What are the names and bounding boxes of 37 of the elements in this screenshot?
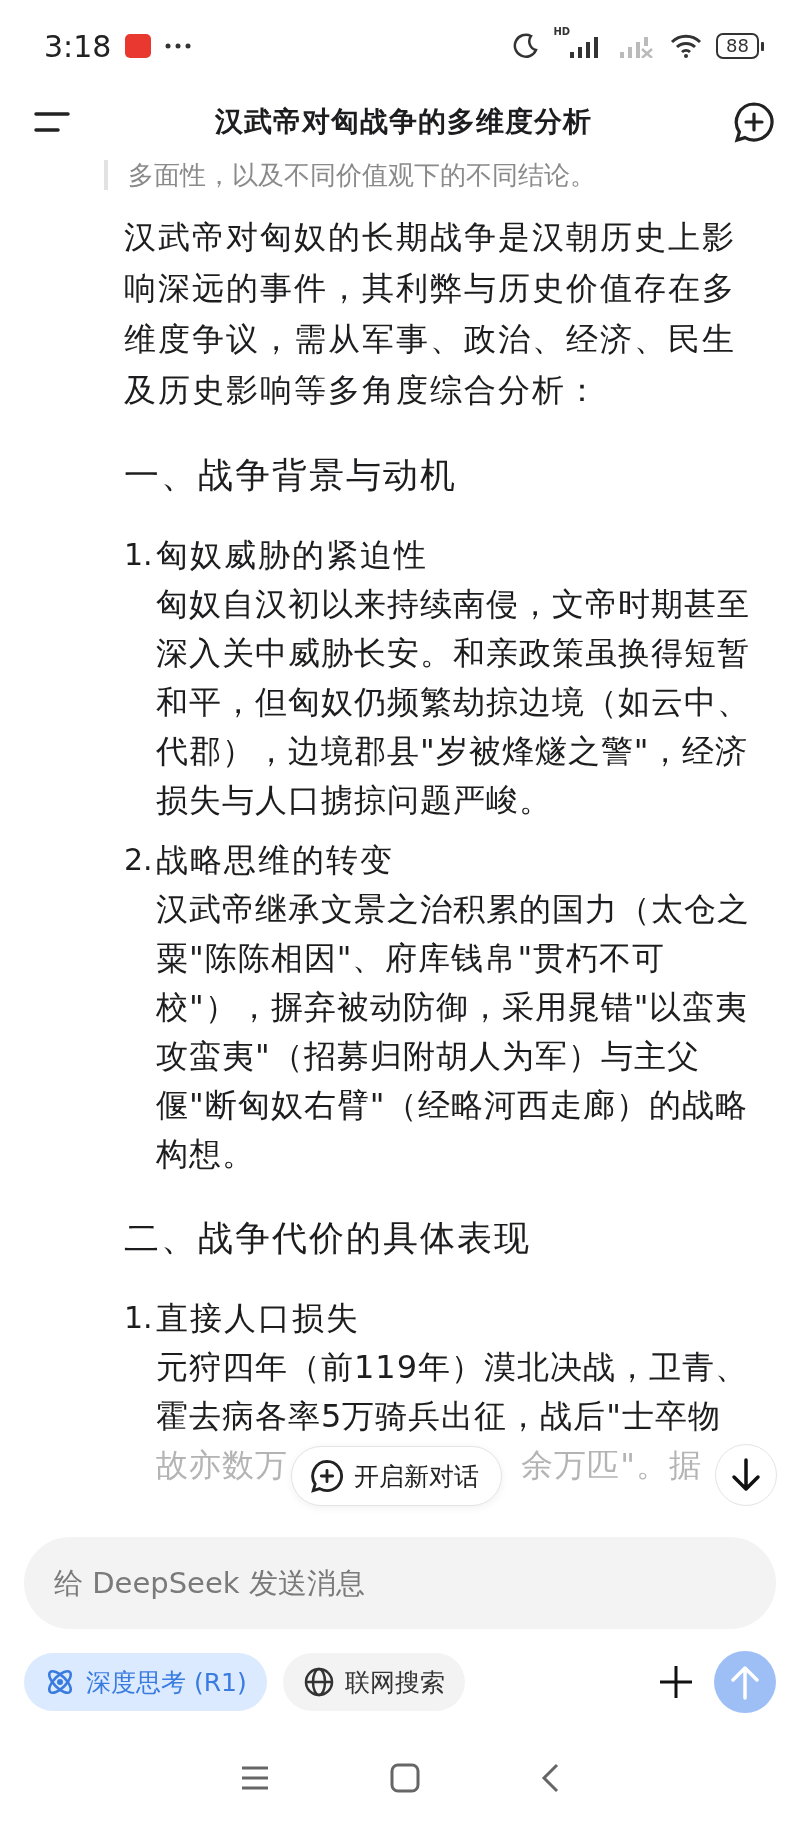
battery-indicator: 88 [716, 33, 764, 59]
plus-icon [658, 1664, 694, 1700]
arrow-up-icon [730, 1664, 760, 1700]
status-time: 3:18 [44, 28, 112, 64]
intro-paragraph: 汉武帝对匈奴的长期战争是汉朝历史上影响深远的事件，其利弊与历史价值存在多维度争议，需从军事、政治、经济、民生及历史影响等多角度综合分析： [124, 217, 737, 411]
chat-plus-icon [310, 1459, 344, 1493]
more-icon [165, 43, 192, 49]
section-heading: 二、战争代价的具体表现 [124, 1217, 532, 1260]
app-notification-icon [125, 34, 152, 58]
network-label: HD [553, 26, 571, 37]
list-item-text: 匈奴自汉初以来持续南侵，文帝时期甚至深入关中威胁长安。和亲政策虽换得短暂和平，但匈奴仍频繁劫掠边境（如云中、代郡），边境郡县"岁被烽燧之警"，经济损失与人口掳掠问题严峻。 [156, 584, 751, 821]
new-chat-button[interactable] [732, 100, 776, 144]
list-number: 2. [124, 841, 154, 879]
menu-icon [34, 111, 70, 133]
chat-title: 汉武帝对匈战争的多维度分析 [213, 104, 593, 140]
list-item-title: 战略思维的转变 [156, 840, 395, 881]
mode-toggle[interactable]: 联网搜索 [282, 1653, 465, 1711]
globe-icon [302, 1666, 335, 1698]
square-icon [390, 1762, 420, 1793]
wifi-icon [670, 34, 703, 58]
list-item-text: 元狩四年（前119年）漠北决战，卫青、霍去病各率5万骑兵出征，战后"士卒物 [156, 1347, 750, 1437]
chat-plus-icon [733, 101, 775, 143]
faded-text: 故亦数万 [156, 1445, 288, 1486]
quote-text: 多面性，以及不同价值观下的不同结论。 [104, 160, 596, 190]
list-number: 1. [124, 1299, 154, 1337]
list-number: 1. [124, 536, 154, 574]
faded-text: 余万匹"。据 [521, 1445, 702, 1486]
moon-icon [513, 33, 540, 59]
list-item-title: 直接人口损失 [156, 1298, 361, 1339]
list-item-text: 汉武帝继承文景之治积累的国力（太仓之粟"陈陈相因"、府库钱帛"贯朽不可校"），摒弃被动防御，采用晁错"以蛮夷攻蛮夷"（招募归附胡人为军）与主父偃"断匈奴右臂"（经略河西走廊）的战略构想。 [156, 889, 751, 1175]
section-heading: 一、战争背景与动机 [124, 454, 458, 497]
new-chat-pill[interactable]: 开启新对话 [291, 1446, 502, 1506]
list-item-title: 匈奴威胁的紧迫性 [156, 535, 429, 576]
back-icon [540, 1762, 560, 1793]
menu-icon [240, 1764, 270, 1791]
message-input[interactable]: 给 DeepSeek 发送消息 [24, 1537, 776, 1629]
arrow-down-icon [731, 1458, 761, 1492]
